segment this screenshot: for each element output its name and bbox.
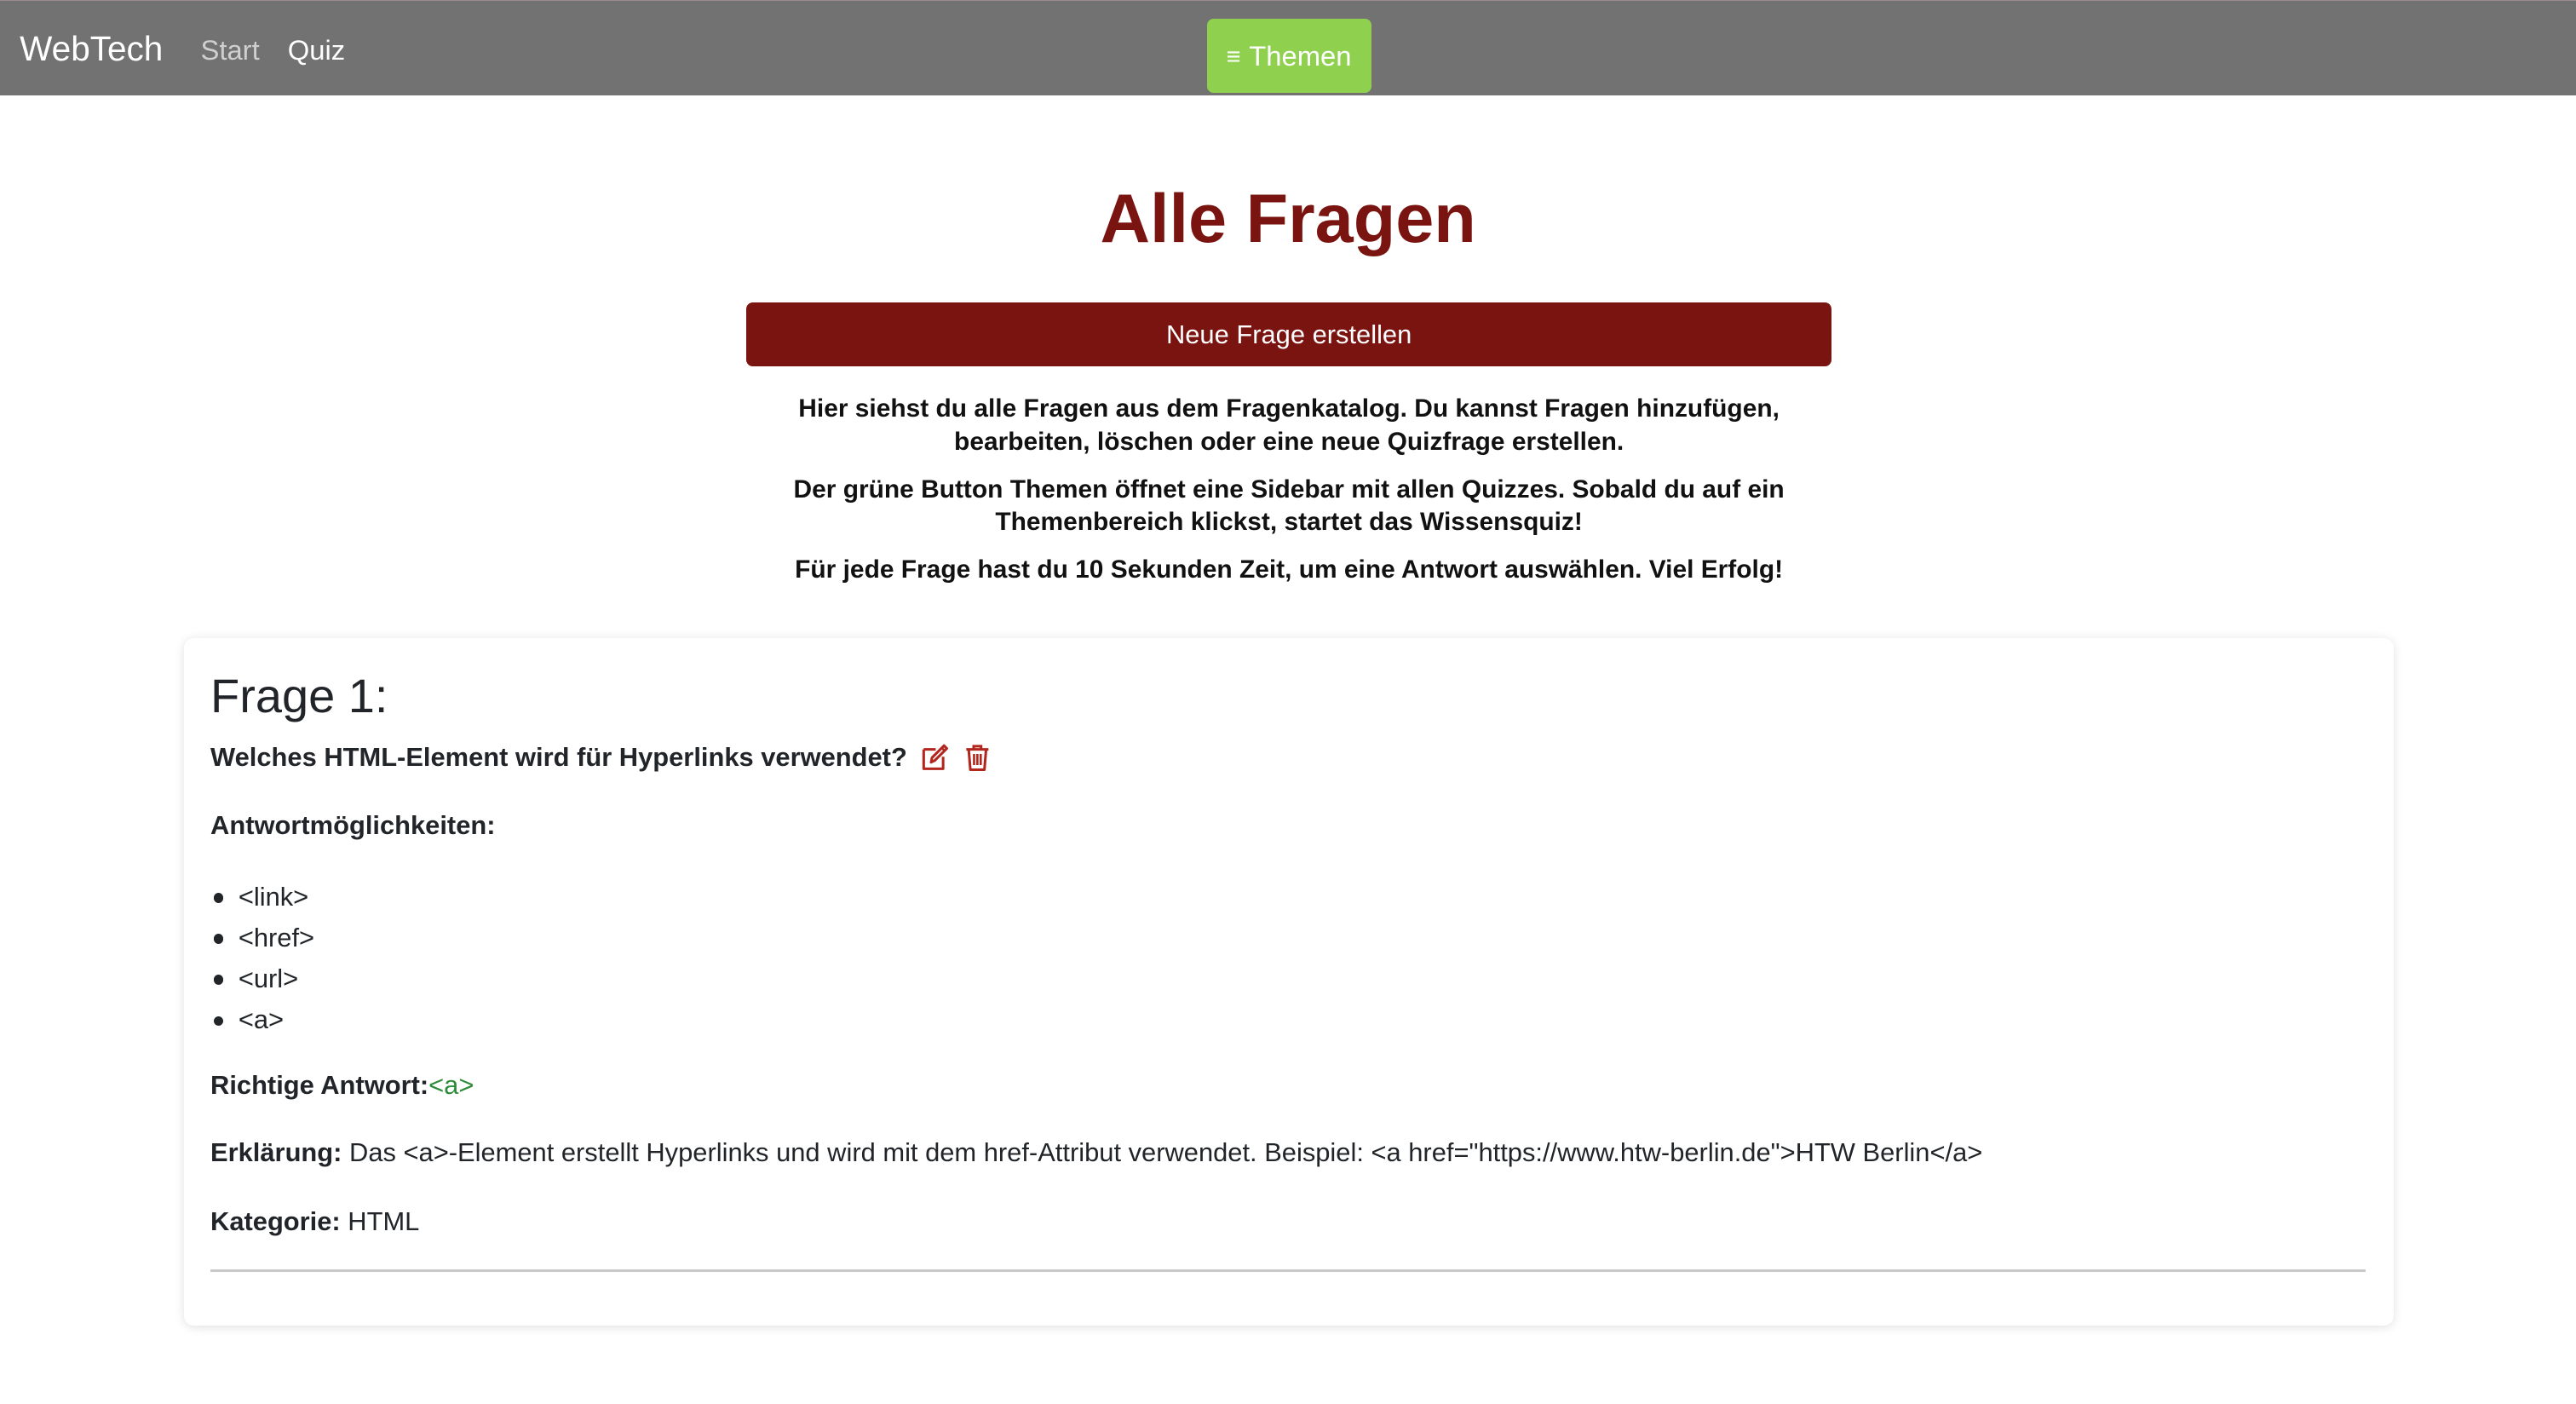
- answer-option: <href>: [210, 918, 314, 958]
- answer-option: <url>: [210, 958, 314, 999]
- category-line: Kategorie: HTML: [210, 1204, 419, 1240]
- intro-paragraph: Für jede Frage hast du 10 Sekunden Zeit,…: [795, 555, 1784, 584]
- brand-logo-link[interactable]: WebTech: [20, 26, 163, 72]
- intro-paragraph: Hier siehst du alle Fragen aus dem Frage…: [798, 394, 1780, 456]
- answer-option: <a>: [210, 999, 314, 1040]
- edit-icon[interactable]: [920, 743, 950, 773]
- correct-answer-line: Richtige Antwort:<a>: [210, 1067, 474, 1103]
- nav-link-start[interactable]: Start: [200, 32, 259, 68]
- nav-link-quiz[interactable]: Quiz: [288, 32, 345, 68]
- question-heading: Frage 1:: [210, 668, 388, 722]
- answer-list: <link> <href> <url> <a>: [210, 877, 314, 1041]
- question-text-row: Welches HTML-Element wird für Hyperlinks…: [210, 739, 992, 775]
- hamburger-menu-icon: ≡: [1226, 43, 1241, 72]
- page: WebTech Start Quiz ≡ Themen Alle Fragen …: [0, 0, 2576, 1404]
- trash-icon[interactable]: [963, 743, 992, 773]
- correct-answer-label: Richtige Antwort:: [210, 1069, 429, 1100]
- explanation-label: Erklärung:: [210, 1136, 342, 1167]
- answers-label: Antwortmöglichkeiten:: [210, 809, 496, 840]
- category-label: Kategorie:: [210, 1205, 341, 1236]
- category-value: HTML: [348, 1205, 420, 1236]
- explanation-line: Erklärung: Das <a>-Element erstellt Hype…: [210, 1135, 1982, 1171]
- intro-paragraph: Der grüne Button Themen öffnet eine Side…: [793, 475, 1785, 537]
- themen-button-label: Themen: [1249, 39, 1352, 72]
- explanation-text: Das <a>-Element erstellt Hyperlinks und …: [349, 1136, 1983, 1167]
- answer-option: <link>: [210, 877, 314, 918]
- new-question-button[interactable]: Neue Frage erstellen: [746, 302, 1832, 367]
- question-text: Welches HTML-Element wird für Hyperlinks…: [210, 742, 907, 773]
- themen-button[interactable]: ≡ Themen: [1206, 19, 1371, 94]
- question-divider: [210, 1269, 2366, 1272]
- correct-answer-value: <a>: [428, 1069, 474, 1100]
- question-card: Frage 1: Welches HTML-Element wird für H…: [184, 637, 2395, 1326]
- page-title: Alle Fragen: [1100, 180, 1476, 257]
- intro-text: Hier siehst du alle Fragen aus dem Frage…: [773, 393, 1805, 601]
- top-navbar: WebTech Start Quiz ≡ Themen: [0, 0, 2576, 95]
